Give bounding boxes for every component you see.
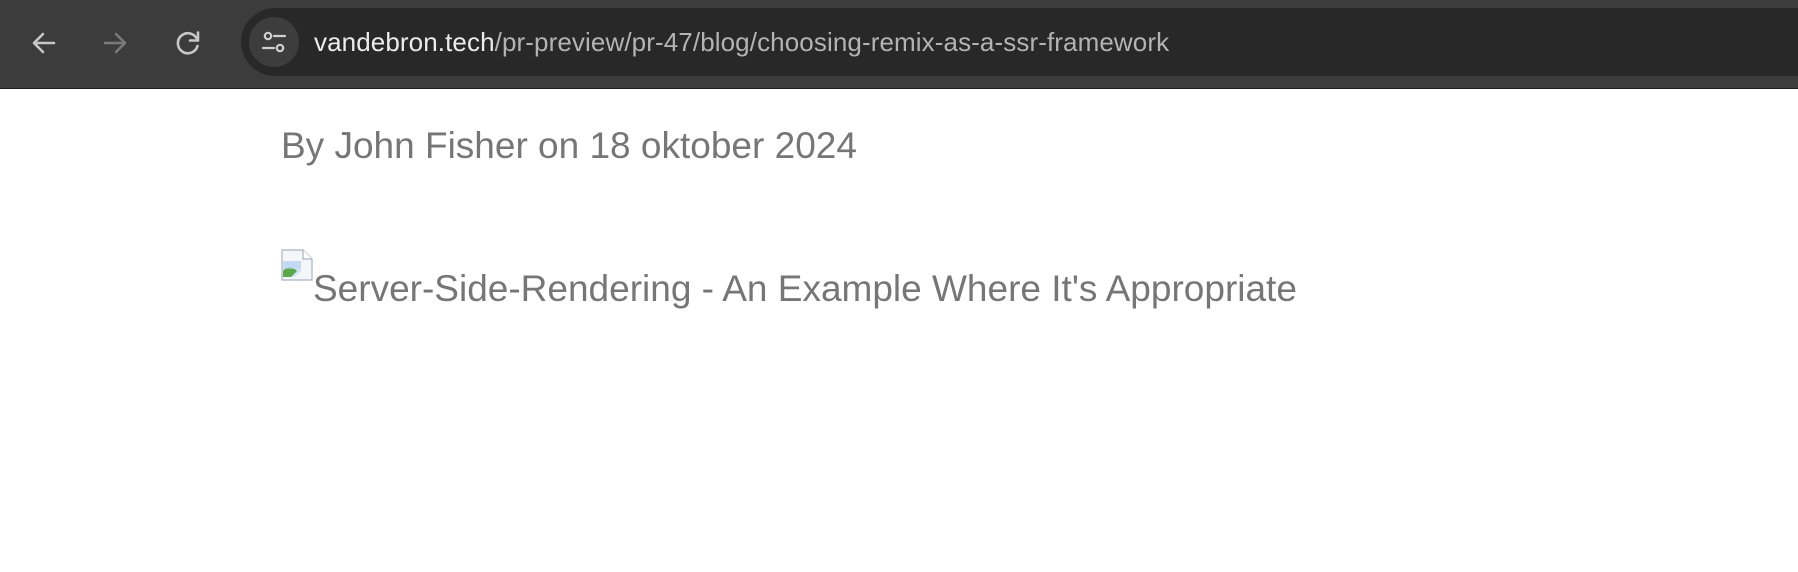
browser-toolbar: vandebron.tech/pr-preview/pr-47/blog/cho… — [0, 0, 1798, 89]
address-bar[interactable]: vandebron.tech/pr-preview/pr-47/blog/cho… — [241, 8, 1798, 76]
reload-icon — [176, 31, 200, 55]
hero-image: Server-Side-Rendering - An Example Where… — [281, 249, 1297, 311]
site-info-button[interactable] — [249, 17, 299, 67]
tune-icon — [261, 31, 287, 53]
forward-button[interactable] — [94, 22, 136, 64]
hero-image-alt-text: Server-Side-Rendering - An Example Where… — [313, 268, 1297, 309]
back-button[interactable] — [23, 22, 65, 64]
broken-image-icon — [281, 249, 313, 281]
url-text[interactable]: vandebron.tech/pr-preview/pr-47/blog/cho… — [314, 8, 1169, 76]
url-path: /pr-preview/pr-47/blog/choosing-remix-as… — [494, 27, 1170, 57]
arrow-left-icon — [32, 32, 56, 54]
reload-button[interactable] — [167, 22, 209, 64]
url-domain: vandebron.tech — [314, 27, 495, 57]
article-byline: By John Fisher on 18 oktober 2024 — [281, 125, 857, 166]
arrow-right-icon — [103, 32, 127, 54]
page-content: By John Fisher on 18 oktober 2024 Server… — [0, 89, 1798, 572]
